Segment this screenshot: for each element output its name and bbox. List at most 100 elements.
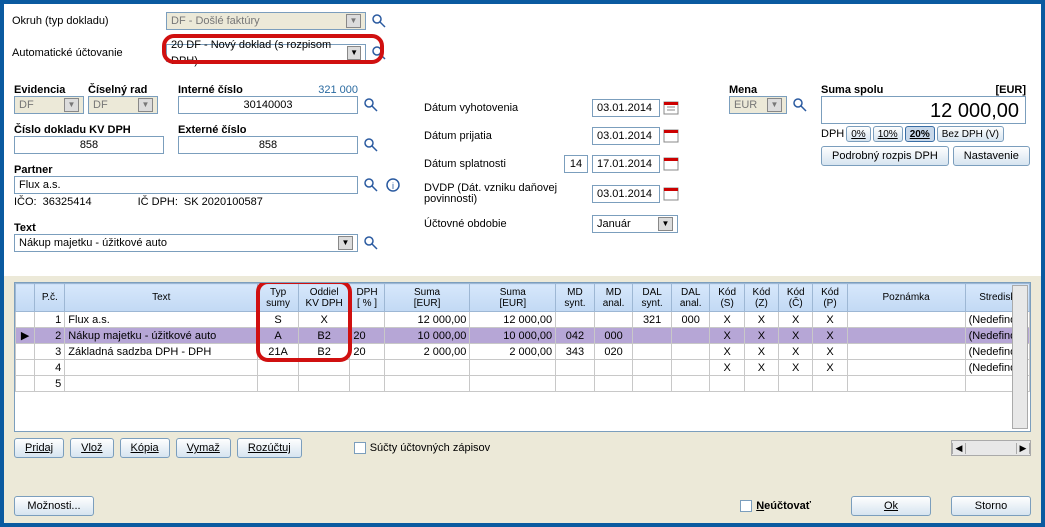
- ok-button[interactable]: Ok: [851, 496, 931, 516]
- table-row[interactable]: 4XXXX(Nedefino: [16, 360, 1030, 376]
- grid-header[interactable]: OddielKV DPH: [298, 284, 349, 312]
- lookup-icon[interactable]: [362, 234, 380, 252]
- interne-label: Interné číslo: [178, 84, 243, 96]
- dvdp-input[interactable]: 03.01.2014: [592, 185, 660, 203]
- calendar-icon[interactable]: [662, 99, 680, 117]
- partner-label: Partner: [14, 164, 402, 176]
- dropdown-icon: ▼: [346, 14, 361, 28]
- vymaz-button[interactable]: Vymaž: [176, 438, 231, 458]
- mena-label: Mena: [729, 84, 809, 96]
- table-row[interactable]: ▶2Nákup majetku - úžitkové autoAB22010 0…: [16, 328, 1030, 344]
- grid-header[interactable]: Kód(Z): [744, 284, 778, 312]
- icdph-label: IČ DPH:: [138, 196, 178, 208]
- svg-text:i: i: [392, 181, 394, 191]
- dropdown-icon: ▼: [138, 98, 153, 112]
- auto-combo[interactable]: 20 DF - Nový doklad (s rozpisom DPH) ▼: [166, 44, 366, 62]
- grid-header[interactable]: MDanal.: [594, 284, 633, 312]
- calendar-icon[interactable]: [662, 155, 680, 173]
- grid-header[interactable]: Kód(Č): [779, 284, 813, 312]
- grid-header[interactable]: [16, 284, 35, 312]
- suma-unit: [EUR]: [995, 84, 1026, 96]
- calendar-icon[interactable]: [662, 127, 680, 145]
- grid-header[interactable]: MDsynt.: [556, 284, 595, 312]
- grid-header[interactable]: DALsynt.: [633, 284, 672, 312]
- ciselny-combo: DF▼: [88, 96, 158, 114]
- grid-header[interactable]: Suma[EUR]: [470, 284, 556, 312]
- grid-header[interactable]: Poznámka: [847, 284, 965, 312]
- obdobie-label: Účtovné obdobie: [424, 218, 592, 230]
- neuctovat-checkbox[interactable]: Neúčtovať: [740, 500, 811, 512]
- podrobny-rozpis-button[interactable]: Podrobný rozpis DPH: [821, 146, 949, 166]
- nastavenie-button[interactable]: Nastavenie: [953, 146, 1030, 166]
- lookup-icon[interactable]: [370, 12, 388, 30]
- kvdph-input[interactable]: 858: [14, 136, 164, 154]
- datum-vyhot-label: Dátum vyhotovenia: [424, 102, 592, 114]
- datum-prij-input[interactable]: 03.01.2014: [592, 127, 660, 145]
- grid-header[interactable]: DALanal.: [671, 284, 710, 312]
- okruh-label: Okruh (typ dokladu): [12, 15, 166, 27]
- bez-dph-button[interactable]: Bez DPH (V): [937, 126, 1004, 142]
- evidencia-combo: DF▼: [14, 96, 84, 114]
- lookup-icon[interactable]: [791, 96, 809, 114]
- externe-input[interactable]: 858: [178, 136, 358, 154]
- grid-header[interactable]: Kód(P): [813, 284, 847, 312]
- calendar-icon[interactable]: [662, 185, 680, 203]
- lookup-icon[interactable]: [362, 176, 380, 194]
- moznosti-button[interactable]: Možnosti...: [14, 496, 94, 516]
- kopia-button[interactable]: Kópia: [120, 438, 170, 458]
- okruh-combo: DF - Došlé faktúry ▼: [166, 12, 366, 30]
- text-combo[interactable]: Nákup majetku - úžitkové auto▼: [14, 234, 358, 252]
- sucty-checkbox[interactable]: Súčty účtovných zápisov: [354, 442, 490, 454]
- datum-splat-label: Dátum splatnosti: [424, 158, 564, 170]
- icdph-value: SK 2020100587: [184, 196, 263, 208]
- interne-badge: 321 000: [318, 84, 358, 96]
- dph-20-button[interactable]: 20%: [905, 126, 935, 142]
- grid-header[interactable]: Text: [65, 284, 258, 312]
- grid-header[interactable]: Kód(S): [710, 284, 744, 312]
- datum-splat-days[interactable]: 14: [564, 155, 588, 173]
- lookup-icon[interactable]: [362, 96, 380, 114]
- table-row[interactable]: 3Základná sadzba DPH - DPH21AB2202 000,0…: [16, 344, 1030, 360]
- dph-label: DPH: [821, 128, 844, 140]
- evidencia-label: Evidencia: [14, 84, 84, 96]
- suma-label: Suma spolu: [821, 84, 883, 96]
- grid-header[interactable]: P.č.: [35, 284, 65, 312]
- dropdown-icon[interactable]: ▼: [338, 236, 353, 250]
- table-row[interactable]: 5: [16, 376, 1030, 392]
- storno-button[interactable]: Storno: [951, 496, 1031, 516]
- grid-header[interactable]: Suma[EUR]: [384, 284, 470, 312]
- dph-10-button[interactable]: 10%: [873, 126, 903, 142]
- lookup-icon[interactable]: [362, 136, 380, 154]
- dropdown-icon: ▼: [767, 98, 782, 112]
- dvdp-label: DVDP (Dát. vzniku daňovej povinnosti): [424, 183, 592, 205]
- obdobie-combo[interactable]: Január▼: [592, 215, 678, 233]
- grid-hscroll[interactable]: ◀▶: [951, 440, 1031, 456]
- text-label: Text: [14, 222, 380, 234]
- grid-header[interactable]: Typsumy: [258, 284, 299, 312]
- partner-input[interactable]: Flux a.s.: [14, 176, 358, 194]
- dropdown-icon[interactable]: ▼: [347, 46, 361, 60]
- dph-0-button[interactable]: 0%: [846, 126, 870, 142]
- grid-header[interactable]: DPH[ % ]: [350, 284, 384, 312]
- table-row[interactable]: 1Flux a.s.SX12 000,0012 000,00321000XXXX…: [16, 312, 1030, 328]
- rozuctuj-button[interactable]: Rozúčtuj: [237, 438, 302, 458]
- ico-label: IČO:: [14, 196, 37, 208]
- kvdph-label: Číslo dokladu KV DPH: [14, 124, 164, 136]
- ico-value: 36325414: [43, 196, 92, 208]
- lookup-icon[interactable]: [370, 44, 388, 62]
- suma-value[interactable]: 12 000,00: [821, 96, 1026, 124]
- pridaj-button[interactable]: Pridaj: [14, 438, 64, 458]
- dropdown-icon[interactable]: ▼: [658, 217, 673, 231]
- info-icon[interactable]: i: [384, 176, 402, 194]
- vloz-button[interactable]: Vlož: [70, 438, 113, 458]
- mena-combo: EUR▼: [729, 96, 787, 114]
- interne-input[interactable]: 30140003: [178, 96, 358, 114]
- externe-label: Externé číslo: [178, 124, 380, 136]
- datum-splat-input[interactable]: 17.01.2014: [592, 155, 660, 173]
- dropdown-icon: ▼: [64, 98, 79, 112]
- auto-label: Automatické účtovanie: [12, 47, 166, 59]
- datum-prij-label: Dátum prijatia: [424, 130, 592, 142]
- grid-vscroll[interactable]: [1012, 285, 1028, 429]
- datum-vyhot-input[interactable]: 03.01.2014: [592, 99, 660, 117]
- ciselny-label: Číselný rad: [88, 84, 158, 96]
